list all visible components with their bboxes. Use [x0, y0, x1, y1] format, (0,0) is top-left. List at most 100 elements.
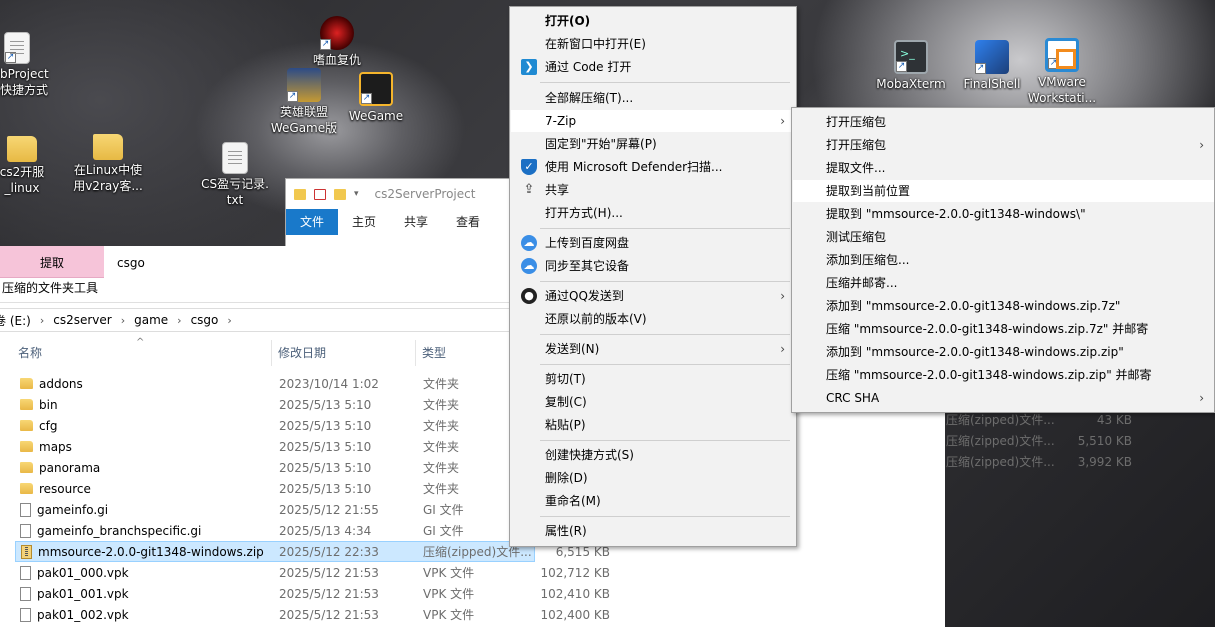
breadcrumb-csgo[interactable]: csgo [185, 313, 225, 327]
menu-item-create-shortcut[interactable]: 创建快捷方式(S) [511, 444, 795, 466]
file-icon [20, 523, 31, 538]
menu-item-delete[interactable]: 删除(D) [511, 467, 795, 489]
tab-home[interactable]: 主页 [338, 209, 390, 235]
desktop-icon-game[interactable]: ↗ 嗜血复仇 [295, 16, 379, 68]
menu-separator [540, 364, 790, 365]
file-row-resource[interactable]: resource 2025/5/13 5:10 文件夹 [0, 478, 945, 499]
submenu-item-compress-7z-email[interactable]: 压缩 "mmsource-2.0.0-git1348-windows.zip.7… [793, 318, 1214, 340]
desktop-icon-cs-record[interactable]: CS盈亏记录. txt [193, 142, 277, 208]
menu-item-send-qq[interactable]: ● 通过QQ发送到 › [511, 285, 795, 307]
context-menu: 打开(O) 在新窗口中打开(E) ❯ 通过 Code 打开 全部解压缩(T)..… [509, 6, 797, 547]
mobaxterm-icon: ↗ [894, 40, 928, 74]
menu-item-restore-versions[interactable]: 还原以前的版本(V) [511, 308, 795, 330]
column-header-name[interactable]: ^ 名称 [0, 337, 272, 366]
menu-separator [540, 440, 790, 441]
tab-share[interactable]: 共享 [390, 209, 442, 235]
vmware-icon: ↗ [1045, 38, 1079, 72]
menu-item-extract-all[interactable]: 全部解压缩(T)... [511, 87, 795, 109]
share-icon: ⇪ [523, 182, 535, 197]
menu-separator [540, 281, 790, 282]
desktop-icon-wegame[interactable]: ↗ WeGame [334, 72, 418, 124]
ribbon-tabs: 文件 主页 共享 查看 [286, 209, 516, 235]
chevron-down-icon[interactable]: ▾ [354, 189, 359, 199]
quick-access-toolbar: ▾ cs2ServerProject [286, 179, 516, 209]
baidu-netdisk-icon: ☁ [521, 235, 537, 251]
breadcrumb-game[interactable]: game [128, 313, 174, 327]
folder-icon [294, 188, 306, 200]
menu-item-baidu-sync[interactable]: ☁ 同步至其它设备 [511, 255, 795, 277]
file-row-pak01-002[interactable]: pak01_002.vpk 2025/5/12 21:53 VPK 文件 102… [0, 604, 945, 625]
desktop-icon-v2ray[interactable]: 在Linux中使 用v2ray客... [66, 128, 150, 194]
window-title: cs2ServerProject [374, 187, 476, 201]
menu-item-open-with-code[interactable]: ❯ 通过 Code 打开 [511, 56, 795, 78]
submenu-item-add-to-archive[interactable]: 添加到压缩包... [793, 249, 1214, 271]
breadcrumb-cs2server[interactable]: cs2server [47, 313, 117, 327]
zip-file-icon [21, 544, 32, 559]
menu-item-defender-scan[interactable]: ✓ 使用 Microsoft Defender扫描... [511, 156, 795, 178]
menu-separator [540, 228, 790, 229]
chevron-right-icon[interactable]: › [174, 314, 184, 327]
menu-separator [540, 82, 790, 83]
new-folder-icon[interactable] [334, 188, 346, 200]
defender-shield-icon: ✓ [521, 159, 537, 175]
file-icon [20, 565, 31, 580]
tab-view[interactable]: 查看 [442, 209, 494, 235]
menu-item-open[interactable]: 打开(O) [511, 10, 795, 32]
desktop-icon-vmware[interactable]: ↗ VMware Workstati... [1020, 38, 1104, 106]
list-item[interactable]: 压缩(zipped)文件... 43 KB [940, 410, 1140, 431]
folder-icon [20, 399, 33, 410]
menu-item-open-new-window[interactable]: 在新窗口中打开(E) [511, 33, 795, 55]
desktop-icon-bproject[interactable]: ↗ bProject 快捷方式 [0, 32, 56, 98]
submenu-item-add-to-zip[interactable]: 添加到 "mmsource-2.0.0-git1348-windows.zip.… [793, 341, 1214, 363]
file-row-gameinfo[interactable]: gameinfo.gi 2025/5/12 21:55 GI 文件 [0, 499, 945, 520]
desktop-icon-mobaxterm[interactable]: ↗ MobaXterm [869, 40, 953, 92]
chevron-right-icon[interactable]: › [118, 314, 128, 327]
menu-item-paste[interactable]: 粘贴(P) [511, 414, 795, 436]
file-row-mmsource-zip[interactable]: mmsource-2.0.0-git1348-windows.zip 2025/… [15, 541, 610, 562]
menu-item-send-to[interactable]: 发送到(N) › [511, 338, 795, 360]
submenu-item-extract-here[interactable]: 提取到当前位置 [793, 180, 1214, 202]
menu-item-properties[interactable]: 属性(R) [511, 520, 795, 542]
menu-item-rename[interactable]: 重命名(M) [511, 490, 795, 512]
tab-extract[interactable]: 提取 [0, 246, 104, 278]
file-row-pak01-000[interactable]: pak01_000.vpk 2025/5/12 21:53 VPK 文件 102… [0, 562, 945, 583]
desktop-icon-cs2-linux[interactable]: cs2开服 _linux [0, 130, 64, 196]
folder-icon [7, 136, 37, 162]
submenu-item-crc-sha[interactable]: CRC SHA › [793, 387, 1214, 409]
file-icon [20, 607, 31, 622]
chevron-right-icon[interactable]: › [37, 314, 47, 327]
menu-item-cut[interactable]: 剪切(T) [511, 368, 795, 390]
file-icon [20, 502, 31, 517]
submenu-item-open-archive[interactable]: 打开压缩包 [793, 111, 1214, 133]
file-row-gameinfo-branch[interactable]: gameinfo_branchspecific.gi 2025/5/13 4:3… [0, 520, 945, 541]
column-header-date[interactable]: 修改日期 [272, 340, 416, 366]
submenu-item-open-archive-more[interactable]: 打开压缩包 › [793, 134, 1214, 156]
compressed-tools-tab[interactable]: 提取 压缩的文件夹工具 [0, 246, 104, 298]
vscode-icon: ❯ [521, 59, 537, 75]
chevron-right-icon[interactable]: › [224, 314, 234, 327]
list-item[interactable]: 压缩(zipped)文件... 3,992 KB [940, 452, 1140, 473]
submenu-item-compress-zip-email[interactable]: 压缩 "mmsource-2.0.0-git1348-windows.zip.z… [793, 364, 1214, 386]
submenu-item-extract-to-folder[interactable]: 提取到 "mmsource-2.0.0-git1348-windows\" [793, 203, 1214, 225]
menu-item-copy[interactable]: 复制(C) [511, 391, 795, 413]
file-row-pak01-001[interactable]: pak01_001.vpk 2025/5/12 21:53 VPK 文件 102… [0, 583, 945, 604]
file-row-cfg[interactable]: cfg 2025/5/13 5:10 文件夹 [0, 415, 945, 436]
submenu-item-compress-email[interactable]: 压缩并邮寄... [793, 272, 1214, 294]
submenu-item-extract-files[interactable]: 提取文件... [793, 157, 1214, 179]
file-row-maps[interactable]: maps 2025/5/13 5:10 文件夹 [0, 436, 945, 457]
properties-icon[interactable] [314, 188, 326, 200]
menu-item-share[interactable]: ⇪ 共享 [511, 179, 795, 201]
file-row-panorama[interactable]: panorama 2025/5/13 5:10 文件夹 [0, 457, 945, 478]
back-explorer-window[interactable]: ▾ cs2ServerProject 文件 主页 共享 查看 [285, 178, 517, 250]
menu-item-7zip[interactable]: 7-Zip › [511, 110, 795, 132]
menu-item-open-with[interactable]: 打开方式(H)... [511, 202, 795, 224]
submenu-item-test-archive[interactable]: 测试压缩包 [793, 226, 1214, 248]
folder-icon [20, 441, 33, 452]
menu-item-baidu-upload[interactable]: ☁ 上传到百度网盘 [511, 232, 795, 254]
tab-file[interactable]: 文件 [286, 209, 339, 235]
menu-item-pin-start[interactable]: 固定到"开始"屏幕(P) [511, 133, 795, 155]
breadcrumb-drive[interactable]: 卷 (E:) [0, 312, 37, 329]
list-item[interactable]: 压缩(zipped)文件... 5,510 KB [940, 431, 1140, 452]
submenu-item-add-to-7z[interactable]: 添加到 "mmsource-2.0.0-git1348-windows.zip.… [793, 295, 1214, 317]
text-file-icon [222, 142, 248, 174]
